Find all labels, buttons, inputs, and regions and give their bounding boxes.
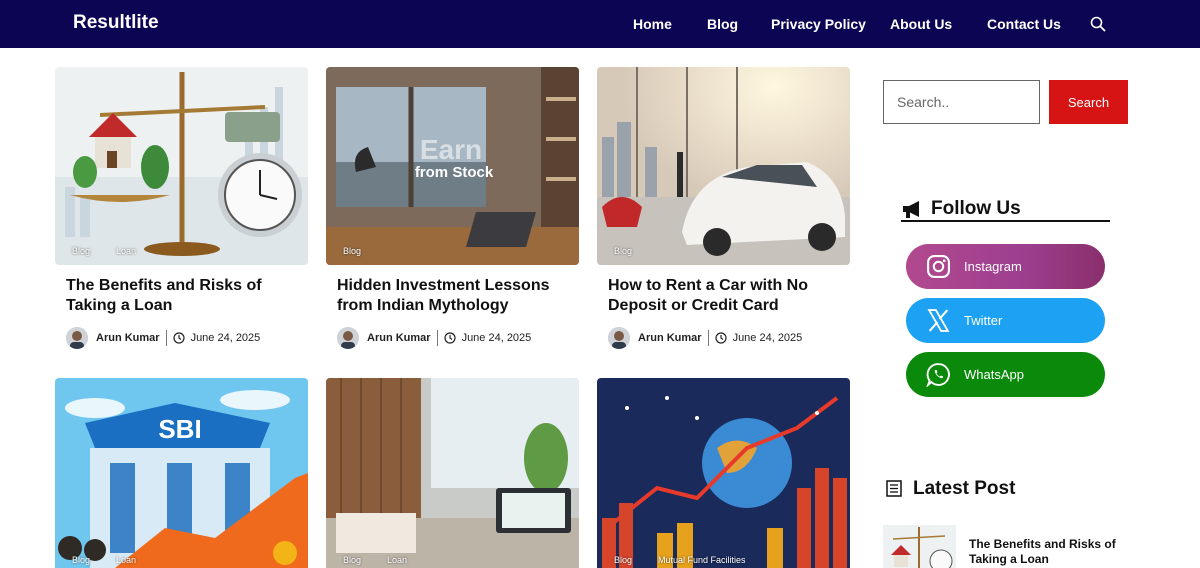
author-avatar (337, 327, 359, 349)
category-tag[interactable]: Blog (72, 555, 90, 565)
whatsapp-label: WhatsApp (964, 367, 1024, 382)
category-tag[interactable]: Blog (614, 555, 632, 565)
instagram-label: Instagram (964, 259, 1022, 274)
author-name[interactable]: Arun Kumar (638, 332, 702, 344)
clock-icon (172, 332, 185, 344)
category-tag[interactable]: Blog (72, 246, 90, 256)
post-thumbnail[interactable]: Blog (597, 67, 850, 265)
image-text-sbi: SBI (158, 414, 201, 444)
category-tag[interactable]: Loan (116, 555, 136, 565)
post-card: SBI Blog Loan (55, 378, 308, 568)
search-input[interactable] (883, 80, 1040, 124)
category-tag[interactable]: Blog (343, 246, 361, 256)
category-tags: Blog Loan (343, 555, 407, 565)
post-card: Blog How to Rent a Car with No Deposit o… (597, 67, 850, 349)
loan-scale-image (55, 67, 308, 265)
latest-post-item-title[interactable]: The Benefits and Risks of Taking a Loan (969, 537, 1139, 567)
nav-about-us[interactable]: About Us (890, 16, 952, 32)
category-tags: Blog (614, 246, 632, 256)
top-navbar: Resultlite Home Blog Privacy Policy Abou… (0, 0, 1200, 48)
post-date: June 24, 2025 (190, 332, 261, 344)
post-title[interactable]: The Benefits and Risks of Taking a Loan (55, 276, 308, 316)
whatsapp-button[interactable]: WhatsApp (906, 352, 1105, 397)
post-card: Blog Loan The Benefits and Risks of Taki… (55, 67, 308, 349)
search-button[interactable]: Search (1049, 80, 1128, 124)
meta-divider (165, 330, 167, 346)
post-title[interactable]: How to Rent a Car with No Deposit or Cre… (597, 276, 850, 316)
post-thumbnail[interactable]: Earn from Stock Blog (326, 67, 579, 265)
post-meta: Arun Kumar June 24, 2025 (597, 327, 850, 349)
twitter-label: Twitter (964, 313, 1003, 328)
sbi-bank-image: SBI (55, 378, 308, 568)
nav-blog[interactable]: Blog (707, 16, 738, 32)
car-showroom-image (597, 67, 850, 265)
clock-icon (714, 332, 727, 344)
mutual-fund-image (597, 378, 850, 568)
category-tag[interactable]: Loan (387, 555, 407, 565)
post-title[interactable]: Hidden Investment Lessons from Indian My… (326, 276, 579, 316)
loan-scale-thumb (883, 525, 956, 568)
post-date: June 24, 2025 (732, 332, 803, 344)
post-card: Earn from Stock Blog Hidden Investment L… (326, 67, 579, 349)
latest-post-thumbnail[interactable] (883, 525, 956, 568)
post-thumbnail[interactable]: Blog Mutual Fund Facilities (597, 378, 850, 568)
category-tag[interactable]: Blog (343, 555, 361, 565)
post-thumbnail[interactable]: Blog Loan (326, 378, 579, 568)
author-avatar (66, 327, 88, 349)
twitter-button[interactable]: Twitter (906, 298, 1105, 343)
post-card: Blog Mutual Fund Facilities (597, 378, 850, 568)
image-text-earn: Earn (420, 134, 482, 165)
meta-divider (707, 330, 709, 346)
post-card: Blog Loan (326, 378, 579, 568)
nav-home[interactable]: Home (633, 16, 672, 32)
office-desk-image (326, 378, 579, 568)
category-tags: Blog (343, 246, 361, 256)
search-icon[interactable] (1090, 16, 1106, 32)
image-text-from-stock: from Stock (415, 164, 494, 181)
post-thumbnail[interactable]: SBI Blog Loan (55, 378, 308, 568)
post-date: June 24, 2025 (461, 332, 532, 344)
post-meta: Arun Kumar June 24, 2025 (55, 327, 308, 349)
megaphone-icon (903, 201, 919, 218)
document-icon (886, 480, 902, 497)
site-logo[interactable]: Resultlite (73, 12, 159, 34)
category-tags: Blog Loan (72, 555, 136, 565)
instagram-button[interactable]: Instagram (906, 244, 1105, 289)
category-tag[interactable]: Blog (614, 246, 632, 256)
category-tags: Blog Mutual Fund Facilities (614, 555, 746, 565)
follow-us-heading: Follow Us (901, 198, 1110, 222)
meta-divider (436, 330, 438, 346)
nav-privacy-policy[interactable]: Privacy Policy (771, 16, 866, 32)
instagram-icon (927, 255, 950, 278)
earn-from-stock-image: Earn from Stock (326, 67, 579, 265)
post-meta: Arun Kumar June 24, 2025 (326, 327, 579, 349)
category-tag[interactable]: Mutual Fund Facilities (658, 555, 746, 565)
category-tags: Blog Loan (72, 246, 136, 256)
clock-icon (443, 332, 456, 344)
author-name[interactable]: Arun Kumar (367, 332, 431, 344)
whatsapp-icon (926, 363, 950, 387)
latest-post-title: Latest Post (913, 478, 1016, 499)
nav-contact-us[interactable]: Contact Us (987, 16, 1061, 32)
x-icon (927, 309, 950, 332)
follow-us-title: Follow Us (931, 198, 1021, 219)
post-thumbnail[interactable]: Blog Loan (55, 67, 308, 265)
category-tag[interactable]: Loan (116, 246, 136, 256)
author-name[interactable]: Arun Kumar (96, 332, 160, 344)
author-avatar (608, 327, 630, 349)
